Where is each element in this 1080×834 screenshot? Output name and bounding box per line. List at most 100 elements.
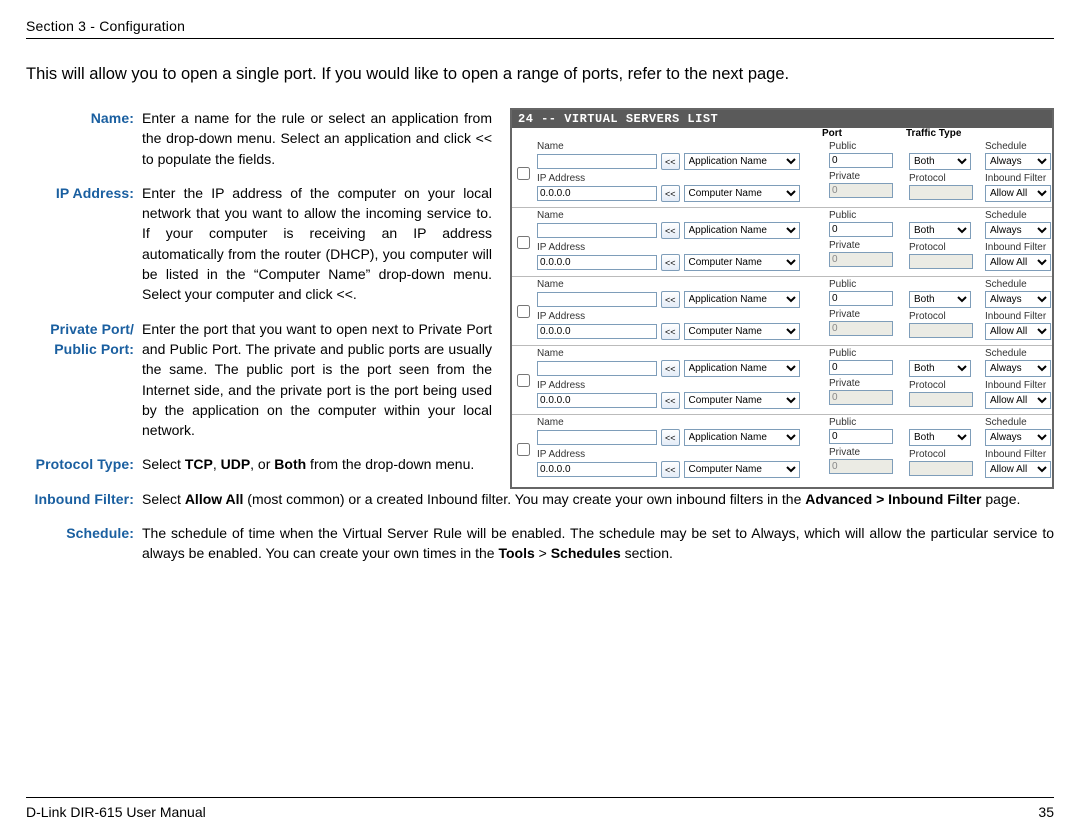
traffic-type-select[interactable]: Both bbox=[909, 291, 971, 308]
private-port-input[interactable] bbox=[829, 183, 893, 198]
copy-app-button[interactable]: << bbox=[661, 222, 680, 239]
public-label: Public bbox=[826, 417, 906, 428]
definition-label: IP Address: bbox=[26, 183, 142, 305]
enable-checkbox[interactable] bbox=[517, 236, 530, 249]
inbound-label: Inbound Filter bbox=[982, 311, 1054, 322]
private-port-input[interactable] bbox=[829, 252, 893, 267]
traffic-blank-label bbox=[906, 417, 976, 428]
computer-select[interactable]: Computer Name bbox=[684, 461, 800, 478]
public-port-input[interactable] bbox=[829, 429, 893, 444]
inbound-label: Inbound Filter bbox=[982, 242, 1054, 253]
definition-text: The schedule of time when the Virtual Se… bbox=[142, 523, 1054, 564]
col-traffic: Traffic Type bbox=[902, 128, 1052, 139]
public-label: Public bbox=[826, 141, 906, 152]
schedule-select[interactable]: Always bbox=[985, 429, 1051, 446]
schedule-label: Schedule bbox=[982, 279, 1054, 290]
enable-checkbox[interactable] bbox=[517, 167, 530, 180]
inbound-filter-select[interactable]: Allow All bbox=[985, 185, 1051, 202]
footer-right: 35 bbox=[1038, 804, 1054, 820]
ip-label: IP Address bbox=[534, 173, 826, 184]
inbound-filter-select[interactable]: Allow All bbox=[985, 254, 1051, 271]
copy-computer-button[interactable]: << bbox=[661, 461, 680, 478]
copy-app-button[interactable]: << bbox=[661, 153, 680, 170]
name-input[interactable] bbox=[537, 292, 657, 307]
footer-rule bbox=[26, 797, 1054, 798]
inbound-filter-select[interactable]: Allow All bbox=[985, 392, 1051, 409]
schedule-select[interactable]: Always bbox=[985, 291, 1051, 308]
traffic-type-select[interactable]: Both bbox=[909, 360, 971, 377]
protocol-input[interactable] bbox=[909, 254, 973, 269]
copy-computer-button[interactable]: << bbox=[661, 323, 680, 340]
definition-row: IP Address:Enter the IP address of the c… bbox=[26, 183, 492, 305]
enable-checkbox[interactable] bbox=[517, 305, 530, 318]
footer-left: D-Link DIR-615 User Manual bbox=[26, 804, 206, 820]
ip-input[interactable] bbox=[537, 255, 657, 270]
protocol-input[interactable] bbox=[909, 185, 973, 200]
definition-label: Protocol Type: bbox=[26, 454, 142, 474]
public-port-input[interactable] bbox=[829, 291, 893, 306]
ip-input[interactable] bbox=[537, 186, 657, 201]
private-port-input[interactable] bbox=[829, 390, 893, 405]
traffic-blank-label bbox=[906, 210, 976, 221]
application-select[interactable]: Application Name bbox=[684, 360, 800, 377]
ip-input[interactable] bbox=[537, 462, 657, 477]
definition-label: Name: bbox=[26, 108, 142, 169]
ip-input[interactable] bbox=[537, 393, 657, 408]
schedule-label: Schedule bbox=[982, 348, 1054, 359]
copy-computer-button[interactable]: << bbox=[661, 185, 680, 202]
application-select[interactable]: Application Name bbox=[684, 429, 800, 446]
computer-select[interactable]: Computer Name bbox=[684, 185, 800, 202]
panel-title: 24 -- VIRTUAL SERVERS LIST bbox=[512, 110, 1052, 128]
schedule-select[interactable]: Always bbox=[985, 153, 1051, 170]
public-label: Public bbox=[826, 279, 906, 290]
definition-row: Private Port/ Public Port:Enter the port… bbox=[26, 319, 492, 441]
computer-select[interactable]: Computer Name bbox=[684, 323, 800, 340]
traffic-blank-label bbox=[906, 141, 976, 152]
schedule-select[interactable]: Always bbox=[985, 222, 1051, 239]
definition-text: Select Allow All (most common) or a crea… bbox=[142, 489, 1054, 509]
name-input[interactable] bbox=[537, 361, 657, 376]
definition-text: Enter the IP address of the computer on … bbox=[142, 183, 492, 305]
private-port-input[interactable] bbox=[829, 321, 893, 336]
ip-label: IP Address bbox=[534, 380, 826, 391]
private-port-input[interactable] bbox=[829, 459, 893, 474]
name-input[interactable] bbox=[537, 223, 657, 238]
name-input[interactable] bbox=[537, 430, 657, 445]
computer-select[interactable]: Computer Name bbox=[684, 254, 800, 271]
copy-app-button[interactable]: << bbox=[661, 291, 680, 308]
definitions-list-wide: Inbound Filter:Select Allow All (most co… bbox=[26, 489, 1054, 564]
virtual-server-row: Name << Application Name IP Address << C… bbox=[512, 414, 1052, 483]
protocol-input[interactable] bbox=[909, 323, 973, 338]
protocol-input[interactable] bbox=[909, 392, 973, 407]
name-input[interactable] bbox=[537, 154, 657, 169]
schedule-select[interactable]: Always bbox=[985, 360, 1051, 377]
copy-computer-button[interactable]: << bbox=[661, 392, 680, 409]
application-select[interactable]: Application Name bbox=[684, 222, 800, 239]
ip-input[interactable] bbox=[537, 324, 657, 339]
computer-select[interactable]: Computer Name bbox=[684, 392, 800, 409]
protocol-input[interactable] bbox=[909, 461, 973, 476]
enable-checkbox[interactable] bbox=[517, 443, 530, 456]
public-port-input[interactable] bbox=[829, 222, 893, 237]
inbound-label: Inbound Filter bbox=[982, 449, 1054, 460]
definition-row: Name:Enter a name for the rule or select… bbox=[26, 108, 492, 169]
application-select[interactable]: Application Name bbox=[684, 153, 800, 170]
inbound-filter-select[interactable]: Allow All bbox=[985, 461, 1051, 478]
copy-app-button[interactable]: << bbox=[661, 360, 680, 377]
copy-computer-button[interactable]: << bbox=[661, 254, 680, 271]
inbound-filter-select[interactable]: Allow All bbox=[985, 323, 1051, 340]
enable-checkbox[interactable] bbox=[517, 374, 530, 387]
traffic-type-select[interactable]: Both bbox=[909, 429, 971, 446]
definition-row: Protocol Type:Select TCP, UDP, or Both f… bbox=[26, 454, 492, 474]
public-port-input[interactable] bbox=[829, 360, 893, 375]
page-header: Section 3 - Configuration bbox=[26, 18, 1054, 34]
protocol-label: Protocol bbox=[906, 449, 976, 460]
traffic-type-select[interactable]: Both bbox=[909, 153, 971, 170]
public-port-input[interactable] bbox=[829, 153, 893, 168]
application-select[interactable]: Application Name bbox=[684, 291, 800, 308]
traffic-type-select[interactable]: Both bbox=[909, 222, 971, 239]
definition-label: Inbound Filter: bbox=[26, 489, 142, 509]
definition-row: Inbound Filter:Select Allow All (most co… bbox=[26, 489, 1054, 509]
inbound-label: Inbound Filter bbox=[982, 380, 1054, 391]
copy-app-button[interactable]: << bbox=[661, 429, 680, 446]
